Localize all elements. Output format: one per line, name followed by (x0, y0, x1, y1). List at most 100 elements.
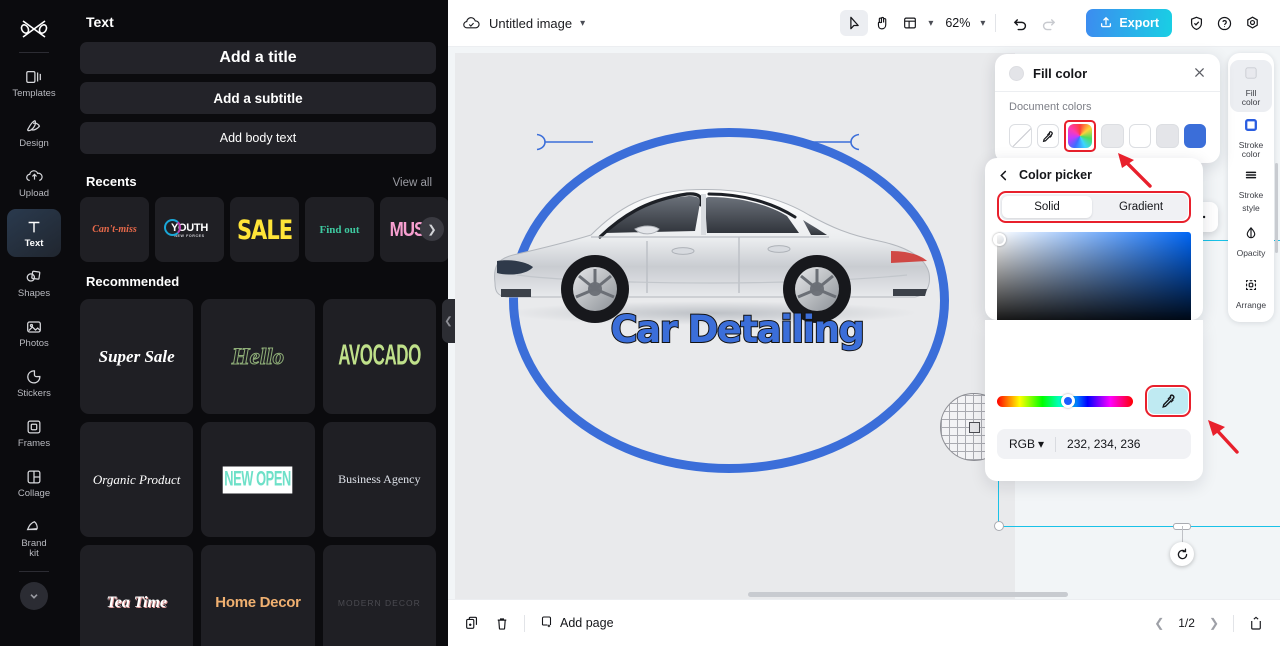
headline-text[interactable]: Car Detailing (542, 307, 932, 352)
list-item[interactable]: Super Sale (80, 299, 194, 414)
chevron-down-icon[interactable]: ▾ (580, 18, 585, 29)
export-button[interactable]: Export (1086, 9, 1172, 37)
list-item[interactable]: Find out (305, 197, 374, 262)
chevron-left-icon[interactable]: ❮ (1154, 616, 1164, 630)
page-indicator: 1/2 (1178, 616, 1195, 630)
undo-icon[interactable] (1006, 10, 1034, 36)
chevron-down-icon[interactable]: ▾ (928, 18, 933, 29)
resize-handle-bottom-left[interactable] (994, 521, 1004, 531)
add-page-button[interactable]: Add page (539, 614, 614, 633)
add-subtitle-button[interactable]: Add a subtitle (80, 82, 436, 114)
select-cursor-icon[interactable] (840, 10, 869, 36)
list-item[interactable]: NEW OPEN (201, 422, 315, 537)
page-grid-icon[interactable] (1248, 615, 1264, 632)
tool-stroke-color[interactable]: Stroke color (1230, 112, 1272, 164)
tool-fill-color[interactable]: Fill color (1230, 60, 1272, 112)
sidebar-item-frames[interactable]: Frames (7, 409, 61, 457)
list-item[interactable]: Hello (201, 299, 315, 414)
capcut-logo-icon[interactable] (14, 10, 54, 48)
list-item[interactable]: AVOCADO (322, 299, 436, 414)
zoom-level: 62% (945, 16, 971, 30)
sidebar-item-shapes[interactable]: Shapes (7, 259, 61, 307)
tool-opacity[interactable]: Opacity (1230, 216, 1272, 268)
list-item[interactable]: MODERN DECOR (322, 545, 436, 646)
sidebar-item-label: Collage (17, 488, 51, 500)
mesh-center-handle[interactable] (969, 422, 980, 433)
color-swatch-gray-light[interactable] (1101, 124, 1124, 148)
hand-pan-icon[interactable] (868, 10, 896, 36)
panel-collapse-handle[interactable]: ❮ (442, 299, 455, 343)
sidebar-item-label: Brand kit (21, 538, 47, 559)
list-item[interactable]: Tea Time (80, 545, 194, 646)
horizontal-scrollbar[interactable] (748, 592, 1068, 597)
arrange-icon (1243, 277, 1259, 298)
sidebar-item-brand-kit[interactable]: Brand kit (7, 509, 61, 567)
sv-selector-handle[interactable] (993, 233, 1006, 246)
rainbow-picker-swatch-selected[interactable] (1064, 120, 1096, 152)
list-item[interactable]: Can't-miss (80, 197, 149, 262)
rotate-handle-icon[interactable] (1170, 542, 1194, 566)
sidebar-item-upload[interactable]: Upload (7, 159, 61, 207)
eyedropper-highlight (1145, 385, 1191, 417)
chevron-left-icon[interactable] (997, 169, 1010, 182)
chevron-down-icon[interactable] (20, 582, 48, 610)
recent-label: YOUTH NEW FORCES (163, 218, 208, 238)
rainbow-picker-swatch[interactable] (1068, 124, 1092, 148)
document-colors-label: Document colors (1009, 101, 1092, 113)
list-item[interactable]: Organic Product (80, 422, 194, 537)
tab-gradient[interactable]: Gradient (1096, 196, 1186, 218)
fill-color-popover: Fill color Document colors (995, 54, 1220, 163)
recents-view-all-link[interactable]: View all (393, 177, 432, 189)
list-item[interactable]: YOUTH NEW FORCES (155, 197, 224, 262)
add-body-text-button[interactable]: Add body text (80, 122, 436, 154)
duplicate-page-icon[interactable] (464, 615, 480, 632)
sidebar-item-stickers[interactable]: Stickers (7, 359, 61, 407)
document-title[interactable]: Untitled image (489, 16, 572, 31)
chevron-right-icon[interactable]: ❯ (420, 217, 444, 241)
sidebar-item-text[interactable]: Text (7, 209, 61, 257)
tool-arrange[interactable]: Arrange (1230, 268, 1272, 320)
eyedropper-button[interactable] (1148, 388, 1188, 414)
no-color-swatch[interactable] (1009, 124, 1032, 148)
shapes-icon (25, 267, 43, 286)
redo-icon[interactable] (1034, 10, 1062, 36)
close-icon[interactable] (1193, 66, 1206, 81)
current-fill-swatch (1009, 66, 1024, 81)
panel-title: Text (86, 14, 114, 30)
add-title-button[interactable]: Add a title (80, 42, 436, 74)
hue-slider-handle[interactable] (1060, 393, 1075, 408)
color-mode-select[interactable]: RGB ▾ (1009, 437, 1044, 451)
sidebar-item-collage[interactable]: Collage (7, 459, 61, 507)
list-item[interactable]: Business Agency (322, 422, 436, 537)
list-item[interactable]: SALE (230, 197, 299, 262)
sidebar-item-templates[interactable]: Templates (7, 59, 61, 107)
color-swatch-gray[interactable] (1156, 124, 1179, 148)
chevron-down-icon[interactable]: ▾ (980, 18, 985, 29)
settings-gear-icon[interactable] (1238, 10, 1266, 36)
hue-slider-row (997, 385, 1191, 417)
eyedropper-swatch[interactable] (1036, 124, 1059, 148)
design-page[interactable]: ❮ Car Detailing (442, 53, 1015, 604)
layout-grid-icon[interactable] (896, 10, 924, 36)
fill-popover-header: Fill color (1009, 66, 1206, 81)
stroke-style-icon (1243, 167, 1259, 188)
sidebar-item-design[interactable]: Design (7, 109, 61, 157)
right-rail-scrollbar[interactable] (1275, 163, 1278, 253)
color-value-input[interactable]: 232, 234, 236 (1067, 437, 1140, 451)
tab-solid[interactable]: Solid (1002, 196, 1092, 218)
sidebar-item-photos[interactable]: Photos (7, 309, 61, 357)
shield-check-icon[interactable] (1182, 10, 1210, 36)
template-label: NEW OPEN (223, 466, 293, 493)
chevron-right-icon[interactable]: ❯ (1209, 616, 1219, 630)
color-swatch-blue[interactable] (1183, 124, 1206, 148)
color-picker-popover: Color picker Solid Gradient (985, 158, 1203, 329)
help-question-icon[interactable] (1210, 10, 1238, 36)
saturation-value-area[interactable] (993, 232, 1191, 329)
tool-stroke-style[interactable]: Stroke style (1230, 164, 1272, 216)
list-item[interactable]: Home Decor (201, 545, 315, 646)
tool-label: Arrange (1235, 300, 1267, 311)
hue-slider[interactable] (997, 393, 1133, 408)
delete-page-icon[interactable] (494, 615, 510, 632)
color-swatch-white[interactable] (1128, 124, 1151, 148)
car-image[interactable] (487, 163, 937, 328)
